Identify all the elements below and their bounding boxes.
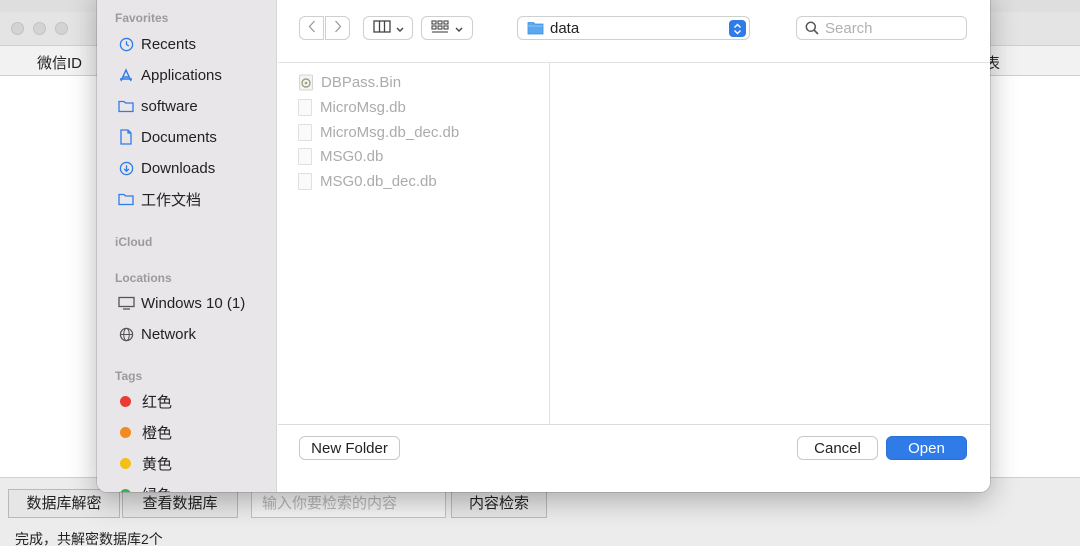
sidebar-item-label: Network — [141, 325, 197, 343]
sidebar-tag-orange[interactable]: 橙色 — [117, 419, 272, 445]
file-name: MSG0.db — [320, 147, 384, 165]
file-item-msg0-dec-db[interactable]: MSG0.db_dec.db — [298, 170, 437, 192]
current-folder-name: data — [550, 19, 580, 37]
sidebar-item-label: 黄色 — [142, 455, 173, 473]
document-file-icon — [298, 98, 312, 116]
sidebar-item-label: software — [141, 97, 198, 115]
document-file-icon — [298, 172, 312, 190]
sidebar-tag-yellow[interactable]: 黄色 — [117, 450, 272, 476]
sidebar-item-work-docs[interactable]: 工作文档 — [117, 186, 272, 212]
download-icon — [117, 159, 135, 177]
file-name: MicroMsg.db_dec.db — [320, 123, 460, 141]
sidebar-item-label: Windows 10 (1) — [141, 294, 246, 312]
sidebar-item-label: Recents — [141, 35, 197, 53]
file-name: MSG0.db_dec.db — [320, 172, 437, 190]
file-item-dbpass-bin[interactable]: DBPass.Bin — [298, 71, 401, 93]
new-folder-button[interactable]: New Folder — [299, 436, 400, 460]
sidebar-item-downloads[interactable]: Downloads — [117, 155, 272, 181]
file-name: DBPass.Bin — [321, 73, 402, 91]
location-popup[interactable]: data — [517, 16, 750, 40]
sidebar-item-label: Documents — [141, 128, 217, 146]
close-window-icon[interactable] — [11, 22, 24, 35]
sidebar-tag-red[interactable]: 红色 — [117, 388, 272, 414]
file-item-msg0-db[interactable]: MSG0.db — [298, 145, 383, 167]
search-icon — [805, 21, 819, 35]
view-mode-columns-button[interactable] — [363, 16, 413, 40]
document-file-icon — [298, 147, 312, 165]
up-down-stepper-icon — [729, 20, 746, 37]
sidebar-section-icloud[interactable]: iCloud — [115, 235, 152, 249]
sidebar-section-favorites: Favorites — [115, 11, 169, 25]
minimize-window-icon[interactable] — [33, 22, 46, 35]
sidebar-item-documents[interactable]: Documents — [117, 124, 272, 150]
sidebar-item-windows-10[interactable]: Windows 10 (1) — [117, 290, 272, 316]
forward-button[interactable] — [325, 16, 350, 40]
display-icon — [117, 294, 135, 312]
open-button[interactable]: Open — [886, 436, 967, 460]
view-db-button[interactable]: 查看数据库 — [122, 489, 238, 518]
sidebar-tag-green[interactable]: 绿色 — [117, 481, 272, 492]
file-name: MicroMsg.db — [320, 98, 406, 116]
grid-icon — [431, 19, 449, 37]
column-header-wechat-id[interactable]: 微信ID — [37, 52, 82, 73]
green-tag-dot-icon — [120, 488, 131, 492]
decrypt-db-button[interactable]: 数据库解密 — [8, 489, 120, 518]
globe-icon — [117, 325, 135, 343]
applications-icon — [117, 66, 135, 84]
sidebar-item-recents[interactable]: Recents — [117, 31, 272, 57]
yellow-tag-dot-icon — [120, 457, 131, 469]
document-file-icon — [298, 123, 312, 141]
status-text: 完成，共解密数据库2个 — [15, 531, 163, 546]
sidebar-item-label: 工作文档 — [141, 191, 202, 209]
folder-icon — [117, 97, 135, 115]
executable-file-icon — [298, 74, 314, 91]
open-file-dialog: Favorites Recents Applications software … — [97, 0, 990, 492]
folder-icon — [117, 190, 135, 208]
sidebar-section-locations: Locations — [115, 271, 172, 285]
search-input[interactable] — [825, 19, 955, 37]
orange-tag-dot-icon — [120, 426, 131, 438]
folder-icon — [527, 21, 544, 35]
sidebar-item-label: Applications — [141, 66, 222, 84]
sidebar-item-label: 绿色 — [142, 484, 172, 493]
columns-view-icon — [372, 20, 391, 36]
sidebar-item-label: 橙色 — [142, 424, 173, 442]
sidebar-item-network[interactable]: Network — [117, 321, 272, 347]
file-item-micromsg-db[interactable]: MicroMsg.db — [298, 96, 406, 118]
dialog-bottom-bar: New Folder Cancel Open — [278, 424, 990, 492]
file-column: DBPass.Bin MicroMsg.db MicroMsg.db_dec.d… — [278, 63, 550, 425]
chevron-left-icon — [308, 20, 316, 36]
sidebar-item-applications[interactable]: Applications — [117, 62, 272, 88]
zoom-window-icon[interactable] — [55, 22, 68, 35]
cancel-button[interactable]: Cancel — [797, 436, 878, 460]
search-field[interactable] — [796, 16, 967, 40]
chevron-down-icon — [455, 21, 463, 36]
content-search-input[interactable]: 输入你要检索的内容 — [251, 489, 446, 518]
document-icon — [117, 128, 135, 146]
chevron-right-icon — [334, 20, 342, 36]
red-tag-dot-icon — [120, 395, 131, 407]
back-button[interactable] — [299, 16, 324, 40]
sidebar-item-label: Downloads — [141, 159, 216, 177]
file-browser: DBPass.Bin MicroMsg.db MicroMsg.db_dec.d… — [278, 62, 990, 425]
sidebar-item-label: 红色 — [142, 393, 173, 411]
dialog-sidebar: Favorites Recents Applications software … — [97, 0, 277, 492]
group-by-button[interactable] — [421, 16, 473, 40]
content-search-button[interactable]: 内容检索 — [451, 489, 547, 518]
clock-icon — [117, 35, 135, 53]
sidebar-item-software[interactable]: software — [117, 93, 272, 119]
file-item-micromsg-dec-db[interactable]: MicroMsg.db_dec.db — [298, 121, 459, 143]
chevron-down-icon — [396, 21, 404, 36]
sidebar-section-tags: Tags — [115, 369, 143, 383]
